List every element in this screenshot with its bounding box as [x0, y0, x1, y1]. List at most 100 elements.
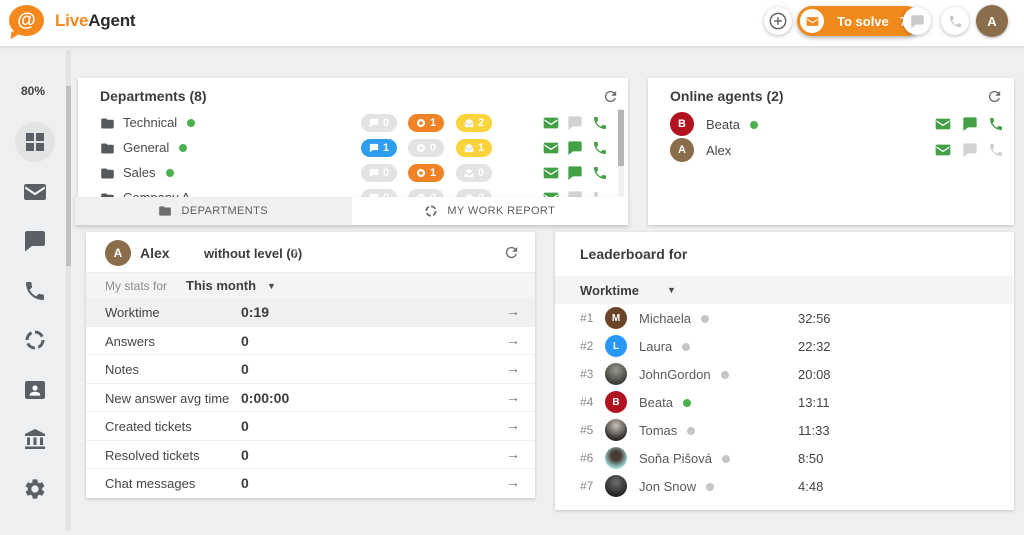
calls-button[interactable] — [941, 7, 969, 35]
refresh-button[interactable] — [602, 88, 619, 105]
chats-button[interactable] — [903, 7, 931, 35]
departments-scrollbar-thumb[interactable] — [618, 110, 624, 166]
sidebar-item-dashboard[interactable] — [23, 130, 47, 154]
phone-icon[interactable] — [592, 140, 608, 156]
page-scrollbar[interactable] — [66, 50, 71, 531]
chats-badge: 1 — [361, 139, 397, 157]
chat-icon — [23, 229, 47, 253]
stat-label: Resolved tickets — [105, 448, 200, 463]
tab-label: MY WORK REPORT — [447, 205, 556, 217]
stat-row[interactable]: Resolved tickets 0 → — [86, 441, 535, 469]
chat-icon[interactable] — [567, 115, 583, 131]
sidebar-item-tickets[interactable] — [23, 180, 47, 204]
phone-icon[interactable] — [592, 190, 608, 197]
mail-icon[interactable] — [543, 140, 559, 156]
arrow-right-icon[interactable]: → — [506, 446, 520, 462]
phone-icon[interactable] — [988, 116, 1004, 132]
leaderboard-metric-bar: Worktime ▼ — [555, 276, 1014, 304]
stat-value: 0 — [241, 447, 249, 463]
chevron-down-icon[interactable]: ▼ — [667, 285, 676, 295]
phone-icon[interactable] — [592, 165, 608, 181]
leaderboard-row[interactable]: #5 Tomas 11:33 — [555, 416, 1014, 444]
avatar: M — [605, 307, 627, 329]
liveagent-dashboard: @ LiveAgent To solve 7 A 80% — [0, 0, 1024, 535]
departments-scrollbar[interactable] — [618, 108, 624, 196]
phone-icon[interactable] — [988, 142, 1004, 158]
user-avatar[interactable]: A — [976, 5, 1008, 37]
chat-icon — [910, 14, 925, 29]
help-icon[interactable]: ? — [290, 246, 297, 261]
sidebar-item-calls[interactable] — [23, 279, 47, 303]
arrow-right-icon[interactable]: → — [506, 389, 520, 405]
agent-name: Beata — [639, 395, 691, 410]
period-select[interactable]: This month — [186, 278, 256, 293]
agent-name: Alex — [706, 143, 732, 158]
department-row[interactable]: Company A 0 0 0 — [78, 186, 628, 197]
chat-icon[interactable] — [567, 190, 583, 197]
department-row[interactable]: General 1 0 1 — [78, 136, 628, 161]
arrow-right-icon[interactable]: → — [506, 360, 520, 376]
leaderboard-row[interactable]: #2 L Laura 22:32 — [555, 332, 1014, 360]
tab-departments[interactable]: DEPARTMENTS — [75, 197, 352, 225]
metric-select[interactable]: Worktime — [580, 283, 639, 298]
agent-level: without level (0) — [204, 246, 303, 261]
department-row[interactable]: Sales 0 1 0 — [78, 161, 628, 186]
online-dot — [682, 399, 691, 407]
sidebar-item-reports[interactable] — [23, 328, 47, 352]
arrow-right-icon[interactable]: → — [506, 474, 520, 490]
stat-row[interactable]: Created tickets 0 → — [86, 412, 535, 441]
departments-panel: Departments (8) Technical 0 1 2 General … — [78, 78, 628, 197]
stat-row[interactable]: New answer avg time 0:00:00 → — [86, 384, 535, 412]
chat-icon[interactable] — [962, 116, 978, 132]
stat-row[interactable]: Notes 0 → — [86, 355, 535, 384]
stat-label: Chat messages — [105, 476, 196, 491]
leaderboard-row[interactable]: #4 B Beata 13:11 — [555, 388, 1014, 416]
add-button[interactable] — [764, 7, 792, 35]
liveagent-logo[interactable]: @ LiveAgent — [9, 5, 136, 36]
agent-row[interactable]: B Beata — [648, 112, 1014, 138]
agent-row[interactable]: A Alex — [648, 138, 1014, 164]
sidebar-item-settings[interactable] — [23, 477, 47, 501]
gear-icon — [23, 477, 47, 501]
refresh-button[interactable] — [986, 88, 1003, 105]
leaderboard-row[interactable]: #3 JohnGordon 20:08 — [555, 360, 1014, 388]
chat-icon[interactable] — [567, 165, 583, 181]
arrow-right-icon[interactable]: → — [506, 303, 520, 319]
stat-row[interactable]: Chat messages 0 → — [86, 469, 535, 498]
stat-row[interactable]: Answers 0 → — [86, 327, 535, 355]
sidebar-item-chats[interactable] — [23, 229, 47, 253]
chat-icon[interactable] — [567, 140, 583, 156]
stat-value: 0:19 — [241, 304, 270, 320]
chat-icon[interactable] — [962, 142, 978, 158]
phone-icon[interactable] — [592, 115, 608, 131]
open-mail-icon — [464, 143, 474, 153]
arrow-right-icon[interactable]: → — [506, 332, 520, 348]
offline-dot — [722, 455, 730, 463]
online-dot — [165, 169, 174, 177]
mail-icon[interactable] — [543, 115, 559, 131]
mail-icon[interactable] — [935, 116, 951, 132]
arrow-right-icon[interactable]: → — [506, 417, 520, 433]
stat-row[interactable]: Worktime 0:19 → — [86, 298, 535, 327]
stat-value: 0 — [241, 475, 249, 491]
tab-my-work-report[interactable]: MY WORK REPORT — [351, 197, 628, 225]
mail-icon[interactable] — [935, 142, 951, 158]
leaderboard-row[interactable]: #7 Jon Snow 4:48 — [555, 472, 1014, 500]
sidebar-item-billing[interactable] — [23, 427, 47, 451]
mail-icon — [23, 180, 47, 204]
department-name: General — [123, 140, 188, 155]
worktime-value: 22:32 — [798, 339, 831, 354]
leaderboard-row[interactable]: #1 M Michaela 32:56 — [555, 304, 1014, 332]
sidebar-item-contacts[interactable] — [23, 378, 47, 402]
department-row[interactable]: Technical 0 1 2 — [78, 111, 628, 136]
offline-dot — [687, 427, 696, 435]
refresh-button[interactable] — [503, 244, 520, 261]
mail-icon[interactable] — [543, 165, 559, 181]
chat-icon — [369, 143, 379, 153]
chevron-down-icon[interactable]: ▼ — [267, 281, 276, 291]
page-scrollbar-thumb[interactable] — [66, 86, 71, 266]
agent-name: Alex — [140, 245, 170, 261]
stat-label: Answers — [105, 334, 155, 349]
leaderboard-row[interactable]: #6 Soňa Pišová 8:50 — [555, 444, 1014, 472]
mail-icon[interactable] — [543, 190, 559, 197]
